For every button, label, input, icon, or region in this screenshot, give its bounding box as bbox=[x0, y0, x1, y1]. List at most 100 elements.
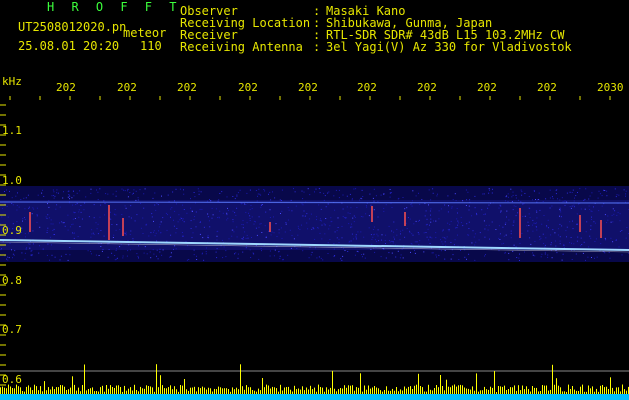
noise-speck bbox=[144, 188, 146, 190]
noise-speck bbox=[510, 230, 512, 232]
noise-speck bbox=[605, 239, 607, 241]
count-bar bbox=[518, 385, 519, 394]
noise-speck bbox=[510, 233, 512, 235]
noise-speck bbox=[550, 244, 552, 246]
count-bar bbox=[514, 385, 515, 394]
noise-speck bbox=[410, 251, 411, 253]
noise-speck bbox=[152, 249, 154, 251]
noise-speck bbox=[612, 241, 614, 243]
noise-speck bbox=[133, 189, 135, 191]
noise-speck bbox=[140, 203, 142, 204]
noise-speck bbox=[519, 253, 520, 255]
count-bar bbox=[358, 387, 359, 394]
noise-speck bbox=[588, 246, 590, 248]
noise-speck bbox=[551, 205, 553, 207]
count-bar bbox=[62, 385, 63, 394]
count-bar bbox=[462, 385, 463, 394]
noise-speck bbox=[600, 243, 602, 245]
count-bar bbox=[424, 391, 425, 394]
noise-speck bbox=[142, 233, 144, 234]
noise-speck bbox=[156, 240, 158, 242]
count-bar bbox=[110, 385, 111, 394]
noise-speck bbox=[385, 234, 387, 236]
noise-speck bbox=[316, 257, 318, 259]
noise-speck bbox=[18, 206, 20, 208]
noise-speck bbox=[580, 208, 582, 210]
noise-speck bbox=[154, 204, 156, 206]
noise-speck bbox=[111, 224, 113, 225]
noise-speck bbox=[235, 252, 237, 254]
noise-speck bbox=[618, 194, 620, 196]
noise-speck bbox=[327, 253, 329, 254]
count-bar bbox=[208, 387, 209, 394]
noise-speck bbox=[274, 249, 276, 251]
noise-speck bbox=[127, 190, 128, 192]
noise-speck bbox=[275, 223, 277, 225]
noise-speck bbox=[518, 257, 520, 259]
noise-speck bbox=[454, 239, 456, 241]
noise-speck bbox=[411, 203, 413, 205]
count-bar bbox=[322, 387, 323, 394]
noise-speck bbox=[298, 227, 299, 229]
noise-speck bbox=[398, 197, 400, 199]
noise-speck bbox=[430, 199, 432, 201]
noise-speck bbox=[571, 192, 573, 193]
noise-speck bbox=[276, 236, 278, 237]
noise-speck bbox=[202, 252, 203, 254]
noise-speck bbox=[215, 208, 217, 210]
count-bar bbox=[586, 391, 587, 394]
date-time: 25.08.01 20:20 bbox=[18, 39, 120, 53]
noise-speck bbox=[392, 242, 394, 244]
colon: : bbox=[313, 40, 321, 54]
noise-speck bbox=[454, 193, 456, 195]
noise-speck bbox=[409, 232, 411, 234]
noise-speck bbox=[458, 259, 460, 260]
noise-speck bbox=[425, 224, 427, 226]
antenna-value: 3el Yagi(V) Az 330 for Vladivostok bbox=[326, 40, 572, 54]
noise-speck bbox=[468, 221, 470, 223]
noise-speck bbox=[435, 254, 437, 256]
noise-speck bbox=[574, 197, 575, 199]
noise-speck bbox=[127, 240, 129, 242]
noise-speck bbox=[561, 197, 563, 199]
noise-speck bbox=[114, 209, 116, 210]
noise-speck bbox=[102, 248, 104, 250]
noise-speck bbox=[48, 217, 50, 219]
count-bar bbox=[600, 385, 601, 394]
count-bar bbox=[38, 390, 39, 394]
noise-speck bbox=[449, 223, 451, 225]
noise-speck bbox=[559, 243, 561, 245]
noise-speck bbox=[453, 244, 455, 246]
count-bar bbox=[612, 387, 613, 394]
noise-speck bbox=[533, 222, 535, 224]
noise-speck bbox=[236, 226, 238, 228]
noise-speck bbox=[503, 242, 505, 244]
noise-speck bbox=[268, 193, 269, 195]
count-bar bbox=[132, 390, 133, 394]
y-tick-label: 0.9 bbox=[2, 224, 22, 237]
noise-speck bbox=[362, 196, 364, 197]
noise-speck bbox=[590, 219, 592, 220]
noise-speck bbox=[534, 223, 536, 224]
noise-speck bbox=[625, 195, 626, 197]
noise-speck bbox=[158, 226, 160, 228]
noise-speck bbox=[544, 253, 546, 255]
noise-speck bbox=[79, 226, 81, 228]
noise-speck bbox=[541, 253, 543, 255]
noise-speck bbox=[170, 234, 172, 236]
count-bar bbox=[468, 388, 469, 394]
noise-speck bbox=[199, 221, 201, 223]
noise-speck bbox=[93, 217, 95, 219]
x-tick-label: 202 bbox=[417, 81, 437, 94]
count-bar bbox=[192, 387, 193, 394]
noise-speck bbox=[456, 227, 458, 229]
noise-speck bbox=[515, 215, 517, 217]
count-bar bbox=[284, 387, 285, 394]
noise-speck bbox=[31, 254, 33, 256]
noise-speck bbox=[535, 199, 536, 200]
noise-speck bbox=[232, 219, 234, 221]
noise-speck bbox=[465, 205, 467, 206]
noise-speck bbox=[596, 256, 598, 258]
noise-speck bbox=[484, 213, 486, 215]
count-bar bbox=[578, 391, 579, 394]
